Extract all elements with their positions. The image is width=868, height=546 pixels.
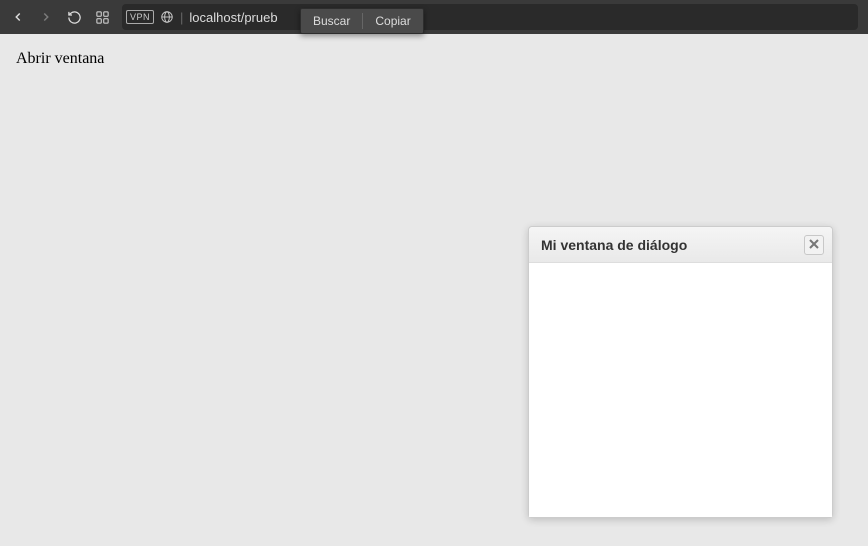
dialog-body [529,263,832,517]
forward-button[interactable] [32,3,60,31]
vpn-badge-icon: VPN [126,10,154,24]
open-dialog-link[interactable]: Abrir ventana [16,50,104,67]
dialog-window[interactable]: Mi ventana de diálogo [528,226,833,518]
dialog-title: Mi ventana de diálogo [541,237,687,253]
url-separator: | [180,10,183,25]
close-icon [809,236,819,254]
extensions-button[interactable] [88,3,116,31]
browser-toolbar: VPN | localhost/prueb Buscar Copiar [0,0,868,34]
globe-icon [160,10,174,24]
back-button[interactable] [4,3,32,31]
dialog-close-button[interactable] [804,235,824,255]
url-text: localhost/prueb [189,10,277,25]
reload-button[interactable] [60,3,88,31]
selection-context-menu: Buscar Copiar [300,8,424,34]
context-menu-copy[interactable]: Copiar [363,9,422,33]
page-content: Abrir ventana Mi ventana de diálogo [0,34,868,546]
dialog-titlebar[interactable]: Mi ventana de diálogo [529,227,832,263]
context-menu-search[interactable]: Buscar [301,9,362,33]
address-bar[interactable]: VPN | localhost/prueb [122,4,858,30]
